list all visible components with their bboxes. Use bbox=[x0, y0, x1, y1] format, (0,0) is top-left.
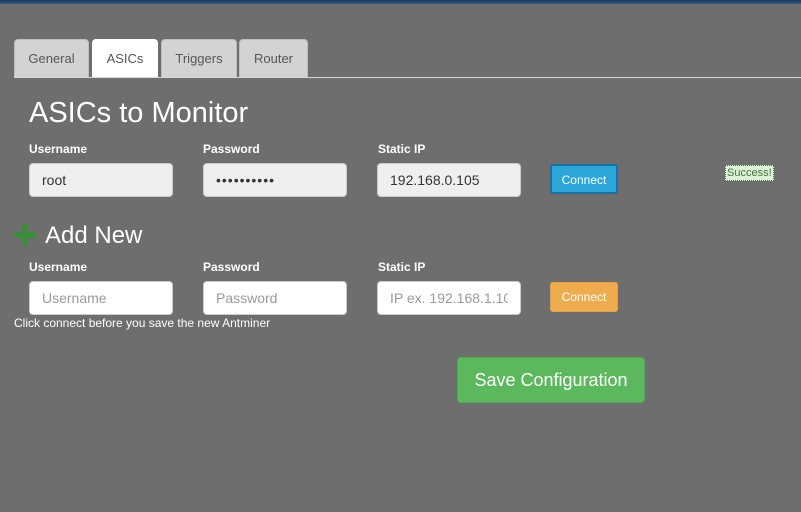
new-ip-input[interactable] bbox=[377, 281, 521, 315]
connection-status-badge: Success! bbox=[725, 165, 774, 181]
new-username-input[interactable] bbox=[29, 281, 173, 315]
tab-router[interactable]: Router bbox=[239, 39, 308, 77]
new-password-input[interactable] bbox=[203, 281, 347, 315]
section-title-add-new: Add New bbox=[45, 222, 143, 249]
monitor-password-label: Password bbox=[203, 142, 260, 156]
new-username-label: Username bbox=[29, 260, 88, 274]
monitor-username-label: Username bbox=[29, 142, 88, 156]
save-configuration-button[interactable]: Save Configuration bbox=[457, 357, 645, 403]
new-connect-button[interactable]: Connect bbox=[550, 282, 618, 312]
new-ip-label: Static IP bbox=[378, 260, 426, 274]
window-top-strip bbox=[0, 0, 801, 4]
tab-divider bbox=[14, 77, 801, 78]
new-password-label: Password bbox=[203, 260, 260, 274]
connect-hint-text: Click connect before you save the new An… bbox=[14, 316, 271, 330]
section-title-monitor: ASICs to Monitor bbox=[29, 97, 249, 129]
monitor-ip-input[interactable] bbox=[377, 163, 521, 197]
tab-triggers[interactable]: Triggers bbox=[161, 39, 237, 77]
tab-asics[interactable]: ASICs bbox=[92, 39, 158, 78]
monitor-connect-button[interactable]: Connect bbox=[550, 164, 618, 194]
monitor-ip-label: Static IP bbox=[378, 142, 426, 156]
plus-icon[interactable] bbox=[14, 224, 36, 246]
monitor-username-input[interactable] bbox=[29, 163, 173, 197]
tab-general[interactable]: General bbox=[14, 39, 89, 77]
monitor-password-input[interactable] bbox=[203, 163, 347, 197]
